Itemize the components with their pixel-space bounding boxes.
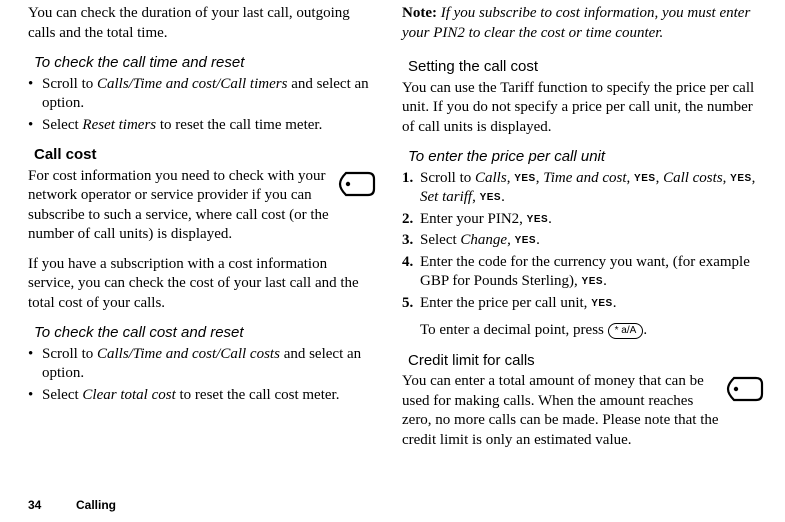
text: , bbox=[472, 189, 480, 205]
heading-credit-limit: Credit limit for calls bbox=[408, 351, 764, 371]
credit-limit-text: You can enter a total amount of money th… bbox=[402, 372, 764, 450]
text: . bbox=[548, 211, 552, 227]
text: Scroll to bbox=[42, 346, 97, 362]
list-item: Select Reset timers to reset the call ti… bbox=[28, 116, 376, 136]
text: . bbox=[643, 322, 647, 338]
tariff-intro: You can use the Tariff function to speci… bbox=[402, 79, 764, 138]
list-item: Scroll to Calls, YES, Time and cost, YES… bbox=[402, 169, 764, 208]
text: to reset the call time meter. bbox=[156, 117, 322, 133]
text: To enter a decimal point, press bbox=[420, 322, 608, 338]
page-number: 34 bbox=[28, 498, 76, 514]
text: Select bbox=[42, 387, 82, 403]
heading-check-call-cost: To check the call cost and reset bbox=[34, 323, 376, 343]
call-cost-subscription: If you have a subscription with a cost i… bbox=[28, 255, 376, 314]
menu-item: Calls bbox=[475, 170, 507, 186]
text: Select bbox=[42, 117, 82, 133]
option-name: Clear total cost bbox=[82, 387, 175, 403]
list-item: Scroll to Calls/Time and cost/Call timer… bbox=[28, 75, 376, 114]
star-key: * a/A bbox=[608, 323, 644, 339]
text: Scroll to bbox=[42, 76, 97, 92]
menu-item: Set tariff bbox=[420, 189, 472, 205]
yes-key: YES bbox=[582, 276, 604, 287]
tag-icon bbox=[726, 374, 764, 411]
decimal-point-note: To enter a decimal point, press * a/A. bbox=[420, 321, 764, 341]
page-footer: 34Calling bbox=[28, 498, 116, 514]
yes-key: YES bbox=[730, 173, 752, 184]
text: Enter the price per call unit, bbox=[420, 295, 591, 311]
yes-key: YES bbox=[515, 235, 537, 246]
yes-key: YES bbox=[634, 173, 656, 184]
text: Select bbox=[420, 232, 460, 248]
text: For cost information you need to check w… bbox=[28, 168, 329, 243]
text: Scroll to bbox=[420, 170, 475, 186]
section-name: Calling bbox=[76, 498, 116, 512]
menu-path: Calls/Time and cost/Call costs bbox=[97, 346, 280, 362]
heading-setting-call-cost: Setting the call cost bbox=[408, 57, 764, 77]
text: . bbox=[536, 232, 540, 248]
text: to reset the call cost meter. bbox=[176, 387, 340, 403]
note-text: If you subscribe to cost information, yo… bbox=[402, 5, 750, 41]
text: . bbox=[603, 273, 607, 289]
heading-call-cost: Call cost bbox=[34, 145, 376, 165]
option-name: Change bbox=[460, 232, 507, 248]
yes-key: YES bbox=[591, 298, 613, 309]
text: You can enter a total amount of money th… bbox=[402, 373, 719, 448]
menu-path: Calls/Time and cost/Call timers bbox=[97, 76, 287, 92]
pin2-note: Note: If you subscribe to cost informati… bbox=[402, 4, 764, 43]
list-item: Enter your PIN2, YES. bbox=[402, 210, 764, 230]
call-time-intro: You can check the duration of your last … bbox=[28, 4, 376, 43]
note-label: Note: bbox=[402, 5, 437, 21]
text: , bbox=[656, 170, 664, 186]
call-cost-intro: For cost information you need to check w… bbox=[28, 167, 376, 245]
list-item: Enter the price per call unit, YES. bbox=[402, 294, 764, 314]
left-column: You can check the duration of your last … bbox=[28, 4, 376, 456]
tag-icon bbox=[338, 169, 376, 206]
list-item: Scroll to Calls/Time and cost/Call costs… bbox=[28, 345, 376, 384]
list-item: Enter the code for the currency you want… bbox=[402, 253, 764, 292]
list-item: Select Clear total cost to reset the cal… bbox=[28, 386, 376, 406]
text: , bbox=[627, 170, 635, 186]
option-name: Reset timers bbox=[82, 117, 156, 133]
yes-key: YES bbox=[514, 173, 536, 184]
menu-item: Time and cost bbox=[543, 170, 626, 186]
right-column: Note: If you subscribe to cost informati… bbox=[402, 4, 764, 456]
menu-item: Call costs bbox=[663, 170, 723, 186]
heading-enter-price: To enter the price per call unit bbox=[408, 147, 764, 167]
yes-key: YES bbox=[480, 192, 502, 203]
text: Enter your PIN2, bbox=[420, 211, 527, 227]
heading-check-call-time: To check the call time and reset bbox=[34, 53, 376, 73]
text: . bbox=[613, 295, 617, 311]
call-time-steps: Scroll to Calls/Time and cost/Call timer… bbox=[28, 75, 376, 136]
text: . bbox=[501, 189, 505, 205]
text: , bbox=[752, 170, 756, 186]
yes-key: YES bbox=[527, 214, 549, 225]
list-item: Select Change, YES. bbox=[402, 231, 764, 251]
text: , bbox=[507, 232, 515, 248]
enter-price-steps: Scroll to Calls, YES, Time and cost, YES… bbox=[402, 169, 764, 314]
call-cost-steps: Scroll to Calls/Time and cost/Call costs… bbox=[28, 345, 376, 406]
